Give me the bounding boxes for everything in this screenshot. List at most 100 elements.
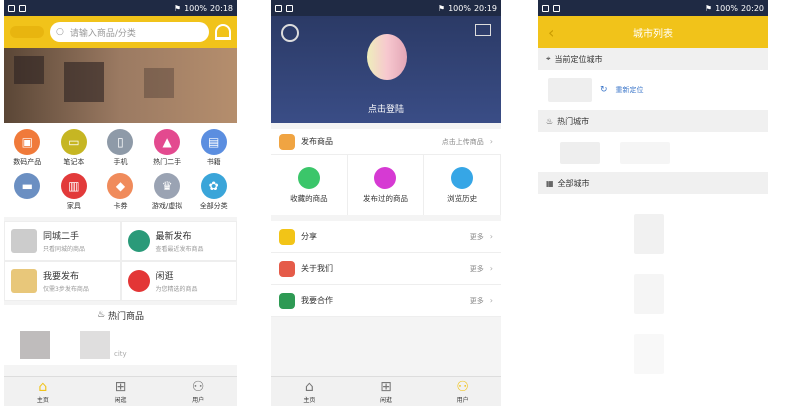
book-icon: ▤: [200, 129, 227, 155]
tab-home[interactable]: ⌂ 主页: [271, 377, 348, 406]
phone-city-list: ⚑ 100% 20:20 ‹ 城市列表 ⌖ 当前定位城市 ↻ 重新定位 ♨ 热门城市…: [538, 0, 768, 406]
chevron-right-icon: ›: [489, 264, 493, 273]
notification-icon: [542, 4, 549, 12]
phone-profile: ⚑ 100% 20:19 点击登陆 发布商品 点击上传商品 › 收藏的商品 发布过的…: [271, 0, 501, 406]
chevron-right-icon: ›: [489, 232, 493, 241]
login-button[interactable]: 点击登陆: [271, 102, 501, 115]
profile-list: 分享 更多 › 关于我们 更多 › 我要合作 更多 ›: [271, 221, 501, 317]
current-city-row: ↻ 重新定位: [538, 70, 768, 110]
promo-card[interactable]: 最新发布 查看最近发布商品: [120, 221, 237, 261]
location-pin-icon: ⌖: [546, 54, 551, 63]
all-icon: ✿: [200, 173, 227, 199]
published-button[interactable]: 发布过的商品: [348, 155, 425, 215]
battery: 100%: [715, 3, 738, 13]
category-item[interactable]: ▯ 手机: [97, 129, 144, 167]
tab-browse[interactable]: ⊞ 闲逛: [348, 377, 425, 406]
gear-icon[interactable]: [281, 24, 299, 42]
house-icon: ⌂: [38, 378, 48, 395]
chevron-right-icon: ›: [489, 137, 493, 146]
basket-icon: ⊞: [114, 378, 127, 395]
tab-user[interactable]: ⚇ 用户: [159, 377, 237, 406]
category-item[interactable]: ▭ 笔记本: [51, 129, 98, 167]
coupon-icon: ◆: [107, 173, 134, 199]
notification-icon: [8, 4, 15, 12]
current-city-value[interactable]: [548, 78, 592, 102]
category-item[interactable]: ✿ 全部分类: [190, 173, 237, 211]
hot-city-section: ♨ 热门城市: [538, 110, 768, 132]
hot-products-header: ♨ 热门商品: [4, 305, 237, 325]
grid-icon: ▦: [546, 178, 554, 188]
refresh-icon[interactable]: ↻: [600, 85, 608, 95]
notification-icon: [275, 4, 282, 12]
avatar[interactable]: [367, 34, 407, 80]
fire-icon: ▲: [154, 129, 181, 155]
promo-grid: 同城二手 只看同城的商品 最新发布 查看最近发布商品 我要发布 仅需3步发布商品 闲逛…: [4, 221, 237, 301]
house-icon: ⌂: [304, 378, 314, 395]
star-icon: [374, 166, 397, 189]
page-title: 城市列表: [633, 28, 673, 40]
user-icon: ⚇: [456, 378, 469, 395]
share-icon: [279, 228, 295, 245]
laptop-icon: ▭: [60, 129, 87, 155]
clock: 20:20: [740, 3, 764, 13]
flame-icon: ♨: [546, 116, 554, 126]
tab-browse[interactable]: ⊞ 闲逛: [82, 377, 160, 406]
category-item[interactable]: ♛ 游戏/虚拟: [144, 173, 191, 211]
app-icon: [286, 4, 293, 12]
app-icon: [553, 4, 560, 12]
all-city-section: ▦ 全部城市: [538, 172, 768, 194]
hot-products-list[interactable]: city: [4, 325, 237, 365]
promo-image: [11, 229, 37, 253]
tab-bar: ⌂ 主页 ⊞ 闲逛 ⚇ 用户: [271, 376, 501, 406]
category-item[interactable]: ▣ 数码产品: [4, 129, 51, 167]
search-input[interactable]: ○ 请输入商品/分类: [50, 22, 209, 42]
favorites-button[interactable]: 收藏的商品: [271, 155, 348, 215]
tab-home[interactable]: ⌂ 主页: [4, 377, 82, 406]
battery: 100%: [448, 3, 471, 13]
category-item[interactable]: ▥ 家具: [51, 173, 98, 211]
home-header: ○ 请输入商品/分类: [4, 16, 237, 48]
flame-icon: ♨: [96, 310, 106, 320]
category-item[interactable]: ▬: [4, 173, 51, 211]
relocate-button[interactable]: 重新定位: [616, 85, 644, 95]
publish-product-row[interactable]: 发布商品 点击上传商品 ›: [271, 129, 501, 155]
all-city-list[interactable]: [538, 194, 768, 394]
car-icon: ▬: [14, 173, 41, 199]
tab-user[interactable]: ⚇ 用户: [424, 377, 501, 406]
history-button[interactable]: 浏览历史: [424, 155, 501, 215]
phone-icon: ▣: [14, 129, 41, 155]
publish-icon: [279, 133, 295, 150]
battery: 100%: [184, 3, 207, 13]
mobile-icon: ▯: [107, 129, 134, 155]
bell-icon[interactable]: [215, 24, 231, 40]
person-icon: [279, 260, 295, 277]
city-header: ‹ 城市列表: [538, 16, 768, 48]
status-bar: ⚑ 100% 20:18: [4, 0, 237, 16]
banner-image[interactable]: [4, 48, 237, 123]
about-row[interactable]: 关于我们 更多 ›: [271, 253, 501, 285]
promo-card[interactable]: 我要发布 仅需3步发布商品: [4, 261, 121, 301]
favorite-icon: [297, 166, 320, 189]
category-item[interactable]: ▤ 书籍: [190, 129, 237, 167]
profile-shortcuts: 收藏的商品 发布过的商品 浏览历史: [271, 155, 501, 215]
category-item[interactable]: ◆ 卡券: [97, 173, 144, 211]
latest-icon: [127, 230, 150, 252]
clock-icon: [451, 166, 474, 189]
promo-card[interactable]: 同城二手 只看同城的商品: [4, 221, 121, 261]
basket-icon: ⊞: [380, 378, 392, 395]
chevron-right-icon: ›: [489, 296, 493, 305]
hot-city-list[interactable]: [538, 132, 768, 172]
current-city-section: ⌖ 当前定位城市: [538, 48, 768, 70]
cooperate-row[interactable]: 我要合作 更多 ›: [271, 285, 501, 317]
category-item[interactable]: ▲ 热门二手: [144, 129, 191, 167]
furniture-icon: ▥: [60, 173, 87, 199]
tab-bar: ⌂ 主页 ⊞ 闲逛 ⚇ 用户: [4, 376, 237, 406]
share-row[interactable]: 分享 更多 ›: [271, 221, 501, 253]
clock: 20:18: [209, 3, 233, 13]
profile-header: 点击登陆: [271, 16, 501, 123]
phone-home: ⚑ 100% 20:18 ○ 请输入商品/分类 ▣ 数码产品 ▭ 笔记本 ▯ 手机 ▲ 热门…: [4, 0, 237, 406]
status-bar: ⚑ 100% 20:20: [538, 0, 768, 16]
app-icon: [19, 4, 26, 12]
promo-card[interactable]: 闲逛 为您精选的商品: [120, 261, 237, 301]
mail-icon[interactable]: [475, 24, 491, 36]
